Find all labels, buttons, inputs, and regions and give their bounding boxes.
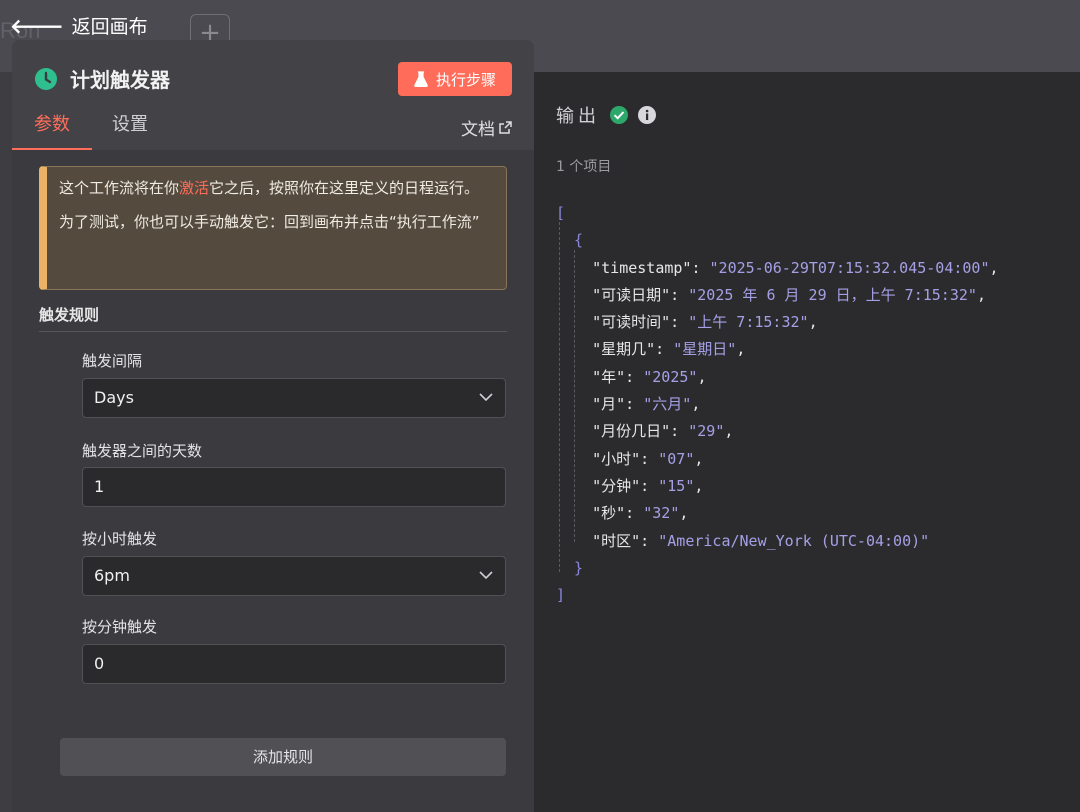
node-title: 计划触发器 — [34, 64, 170, 93]
notice-text: 它之后，按照你在这里定义的日程运行。 — [209, 179, 480, 197]
add-rule-button[interactable]: 添加规则 — [60, 738, 506, 776]
json-value: "2025" — [643, 367, 698, 386]
minute-value: 0 — [94, 654, 105, 673]
flask-icon — [414, 71, 428, 87]
panel-body: 这个工作流将在你激活它之后，按照你在这里定义的日程运行。 为了测试，你也可以手动… — [12, 150, 534, 812]
interval-value: Days — [94, 388, 134, 407]
json-value: "星期日" — [673, 340, 737, 359]
hour-select[interactable]: 6pm — [82, 556, 506, 596]
json-value: "America/New_York (UTC-04:00)" — [658, 531, 930, 550]
chevron-down-icon — [479, 571, 493, 580]
json-value: "2025 年 6 月 29 日，上午 7:15:32" — [688, 285, 977, 304]
items-count: 1 个项目 — [556, 159, 612, 175]
json-entry: "可读时间": "上午 7:15:32", — [556, 309, 999, 336]
back-to-canvas-label: 返回画布 — [71, 16, 148, 38]
json-close-bracket: ] — [556, 586, 566, 605]
json-entry: "星期几": "星期日", — [556, 336, 999, 363]
json-entry: "可读日期": "2025 年 6 月 29 日，上午 7:15:32", — [556, 282, 999, 309]
json-comma: , — [808, 313, 818, 332]
back-to-canvas-link[interactable]: 🡐 返回画布 — [10, 12, 148, 39]
node-title-text: 计划触发器 — [70, 68, 170, 92]
json-value: "07" — [658, 449, 695, 468]
indent-guide — [559, 222, 560, 572]
json-close-brace: } — [556, 558, 584, 577]
json-value: "32" — [643, 504, 680, 523]
activate-link[interactable]: 激活 — [179, 179, 209, 197]
json-key: "月": — [556, 395, 644, 414]
execute-step-label: 执行步骤 — [435, 70, 496, 89]
panel-header: 计划触发器 执行步骤 参数 设置 文档 — [12, 40, 534, 150]
minute-label: 按分钟触发 — [82, 618, 158, 636]
json-value: "六月" — [643, 395, 692, 414]
info-icon[interactable] — [638, 106, 656, 124]
arrow-left-icon: 🡐 — [10, 13, 64, 38]
json-key: "时区": — [556, 531, 659, 550]
notice-paragraph-1: 这个工作流将在你激活它之后，按照你在这里定义的日程运行。 — [59, 177, 492, 199]
json-entry: "timestamp": "2025-06-29T07:15:32.045-04… — [556, 255, 999, 282]
notice-paragraph-2: 为了测试，你也可以手动触发它：回到画布并点击“执行工作流” — [59, 213, 480, 231]
json-entry: "月": "六月", — [556, 391, 999, 418]
json-comma: , — [724, 422, 734, 441]
json-key: "可读日期": — [556, 285, 689, 304]
days-between-value: 1 — [94, 477, 105, 496]
json-value: "15" — [658, 476, 695, 495]
docs-label: 文档 — [461, 120, 495, 140]
output-pane: 输出 1 个项目 [ { "timestamp": "2025-06-29T07… — [534, 72, 1080, 812]
json-value: "上午 7:15:32" — [688, 313, 809, 332]
json-comma: , — [694, 476, 704, 495]
execute-step-button[interactable]: 执行步骤 — [397, 62, 512, 96]
json-entry: "时区": "America/New_York (UTC-04:00)" — [556, 528, 999, 555]
activation-notice: 这个工作流将在你激活它之后，按照你在这里定义的日程运行。 为了测试，你也可以手动… — [39, 166, 507, 290]
json-comma: , — [697, 367, 707, 386]
json-comma: , — [989, 258, 999, 277]
json-comma: , — [976, 285, 986, 304]
json-entry: "分钟": "15", — [556, 473, 999, 500]
json-output: [ { "timestamp": "2025-06-29T07:15:32.04… — [556, 200, 999, 609]
hour-value: 6pm — [94, 566, 130, 585]
canvas-left-strip — [0, 72, 12, 812]
json-key: "月份几日": — [556, 422, 689, 441]
days-between-label: 触发器之间的天数 — [82, 442, 203, 460]
chevron-down-icon — [479, 393, 493, 402]
tab-settings[interactable]: 设置 — [112, 110, 148, 150]
json-comma: , — [736, 340, 746, 359]
trigger-rules-title: 触发规则 — [39, 304, 507, 332]
json-key: "秒": — [556, 504, 644, 523]
days-between-input[interactable]: 1 — [82, 467, 506, 507]
json-entry: "秒": "32", — [556, 500, 999, 527]
json-key: "可读时间": — [556, 313, 689, 332]
json-entry: "年": "2025", — [556, 364, 999, 391]
hour-label: 按小时触发 — [82, 530, 158, 548]
json-value: "29" — [688, 422, 725, 441]
json-comma: , — [679, 504, 689, 523]
clock-icon — [35, 67, 57, 90]
json-comma: , — [694, 449, 704, 468]
interval-label: 触发间隔 — [82, 352, 143, 370]
external-link-icon — [499, 121, 512, 134]
json-entry: "月份几日": "29", — [556, 418, 999, 445]
json-key: "年": — [556, 367, 644, 386]
indent-guide — [574, 250, 575, 542]
tab-parameters[interactable]: 参数 — [12, 110, 92, 150]
json-entries: "timestamp": "2025-06-29T07:15:32.045-04… — [556, 255, 999, 555]
json-key: "timestamp": — [556, 258, 710, 277]
panel-tabs: 参数 设置 文档 — [12, 110, 534, 150]
docs-link[interactable]: 文档 — [461, 115, 512, 140]
success-check-icon — [610, 106, 628, 124]
notice-text: 这个工作流将在你 — [59, 179, 180, 197]
json-open-bracket: [ — [556, 204, 566, 222]
json-value: "2025-06-29T07:15:32.045-04:00" — [709, 258, 990, 277]
json-key: "小时": — [556, 449, 659, 468]
output-title-text: 输出 — [556, 106, 600, 127]
interval-select[interactable]: Days — [82, 378, 506, 418]
json-comma: , — [691, 395, 701, 414]
json-key: "分钟": — [556, 476, 659, 495]
json-entry: "小时": "07", — [556, 446, 999, 473]
node-parameters-panel: 计划触发器 执行步骤 参数 设置 文档 这个工作流将在你激活它之后，按照你在这里… — [12, 40, 534, 812]
json-open-brace: { — [556, 231, 584, 250]
output-title: 输出 — [556, 102, 656, 128]
minute-input[interactable]: 0 — [82, 644, 506, 684]
